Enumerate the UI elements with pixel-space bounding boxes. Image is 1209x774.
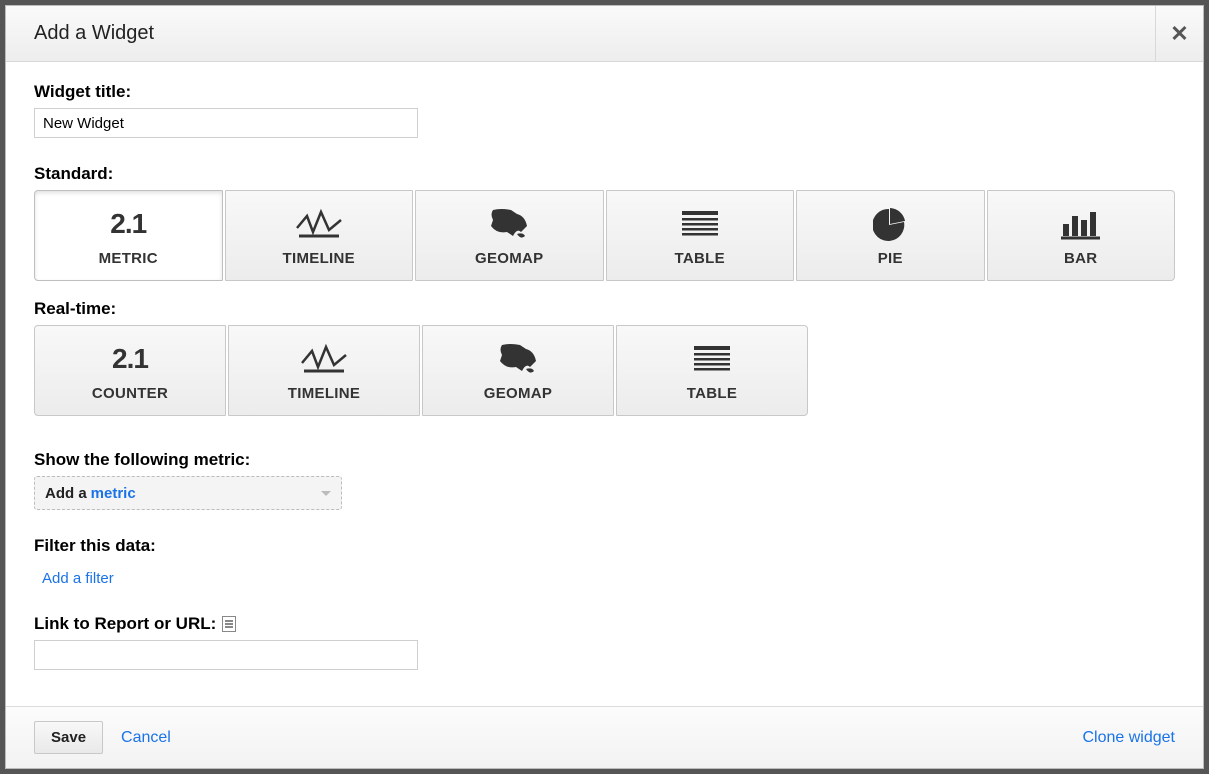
dialog-header: Add a Widget ✕ bbox=[6, 6, 1203, 62]
standard-label: Standard: bbox=[34, 164, 1175, 184]
type-label: PIE bbox=[878, 250, 903, 267]
geomap-icon bbox=[487, 204, 531, 244]
type-label: METRIC bbox=[99, 250, 158, 267]
standard-type-row: 2.1 METRIC TIMELINE GEOMAP TABLE bbox=[34, 190, 1175, 281]
type-label: COUNTER bbox=[92, 385, 168, 402]
add-metric-dropdown[interactable]: Add a metric bbox=[34, 476, 342, 510]
type-bar[interactable]: BAR bbox=[987, 190, 1176, 281]
type-counter[interactable]: 2.1 COUNTER bbox=[34, 325, 226, 416]
add-metric-prefix: Add a bbox=[45, 485, 87, 502]
widget-title-input[interactable] bbox=[34, 108, 418, 138]
table-icon bbox=[692, 339, 732, 379]
type-pie[interactable]: PIE bbox=[796, 190, 985, 281]
type-metric[interactable]: 2.1 METRIC bbox=[34, 190, 223, 281]
chevron-down-icon bbox=[321, 491, 331, 496]
link-report-label: Link to Report or URL: bbox=[34, 614, 236, 634]
add-metric-link: metric bbox=[91, 485, 136, 502]
type-timeline-rt[interactable]: TIMELINE bbox=[228, 325, 420, 416]
type-label: TIMELINE bbox=[288, 385, 360, 402]
widget-title-label: Widget title: bbox=[34, 82, 1175, 102]
type-label: GEOMAP bbox=[475, 250, 543, 267]
realtime-type-row: 2.1 COUNTER TIMELINE GEOMAP TABLE bbox=[34, 325, 1175, 416]
dialog-title: Add a Widget bbox=[34, 22, 154, 45]
save-button[interactable]: Save bbox=[34, 721, 103, 754]
filter-label: Filter this data: bbox=[34, 536, 1175, 556]
close-icon: ✕ bbox=[1170, 21, 1188, 47]
bar-icon bbox=[1060, 204, 1102, 244]
show-metric-label: Show the following metric: bbox=[34, 450, 1175, 470]
close-button[interactable]: ✕ bbox=[1155, 6, 1203, 62]
dialog-footer: Save Cancel Clone widget bbox=[6, 706, 1203, 768]
add-filter-link[interactable]: Add a filter bbox=[42, 570, 114, 587]
timeline-icon bbox=[295, 204, 343, 244]
link-report-input[interactable] bbox=[34, 640, 418, 670]
type-geomap[interactable]: GEOMAP bbox=[415, 190, 604, 281]
dialog-body: Widget title: Standard: 2.1 METRIC TIMEL… bbox=[6, 62, 1203, 706]
type-label: BAR bbox=[1064, 250, 1097, 267]
clone-widget-link[interactable]: Clone widget bbox=[1083, 729, 1176, 747]
type-label: TABLE bbox=[687, 385, 737, 402]
type-table[interactable]: TABLE bbox=[606, 190, 795, 281]
metric-icon: 2.1 bbox=[110, 204, 146, 244]
timeline-icon bbox=[300, 339, 348, 379]
report-icon bbox=[222, 616, 236, 632]
cancel-link[interactable]: Cancel bbox=[121, 729, 171, 747]
type-label: TABLE bbox=[675, 250, 725, 267]
add-widget-dialog: Add a Widget ✕ Widget title: Standard: 2… bbox=[5, 5, 1204, 769]
pie-icon bbox=[873, 204, 907, 244]
table-icon bbox=[680, 204, 720, 244]
type-geomap-rt[interactable]: GEOMAP bbox=[422, 325, 614, 416]
type-timeline[interactable]: TIMELINE bbox=[225, 190, 414, 281]
counter-icon: 2.1 bbox=[112, 339, 148, 379]
type-label: GEOMAP bbox=[484, 385, 552, 402]
geomap-icon bbox=[496, 339, 540, 379]
type-table-rt[interactable]: TABLE bbox=[616, 325, 808, 416]
realtime-label: Real-time: bbox=[34, 299, 1175, 319]
type-label: TIMELINE bbox=[283, 250, 355, 267]
